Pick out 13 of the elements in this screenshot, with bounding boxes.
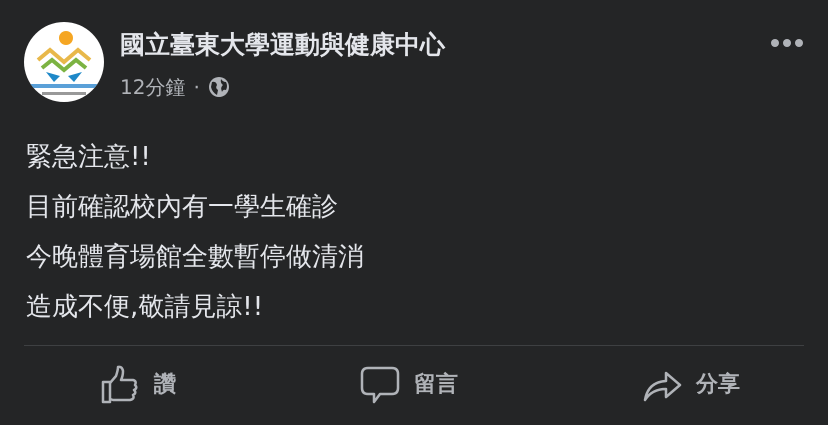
separator: · — [193, 74, 200, 101]
post-text-line: 造成不便,敬請見諒!! — [26, 291, 264, 324]
post-text-line: 緊急注意!! — [26, 141, 152, 174]
comment-button[interactable]: 留言 — [352, 360, 466, 408]
thumbs-up-icon — [100, 364, 140, 404]
post-text-line: 目前確認校內有一學生確診 — [26, 191, 339, 224]
post-time[interactable]: 12分鐘 — [120, 72, 186, 102]
globe-icon — [208, 76, 230, 98]
like-button[interactable]: 讚 — [92, 360, 184, 408]
post-text-line: 今晚體育場館全數暫停做清消 — [26, 241, 365, 274]
share-button[interactable]: 分享 — [634, 360, 748, 408]
speech-bubble-icon — [360, 364, 400, 404]
page-name[interactable]: 國立臺東大學運動與健康中心 — [120, 30, 754, 60]
